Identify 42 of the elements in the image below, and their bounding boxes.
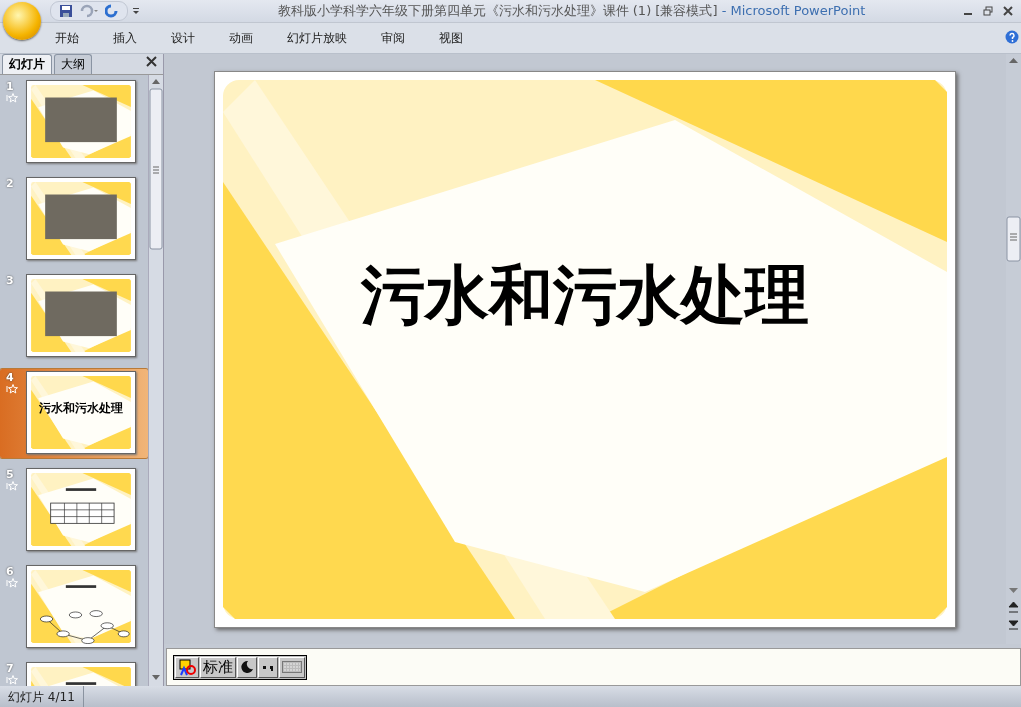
close-icon[interactable]	[1003, 6, 1013, 16]
help-icon[interactable]	[1005, 30, 1019, 44]
ribbon-tab[interactable]: 插入	[104, 25, 146, 51]
scrollbar[interactable]	[148, 75, 163, 686]
input-mode-button[interactable]: 标准	[200, 656, 236, 678]
ribbon-tab[interactable]: 审阅	[372, 25, 414, 51]
ime-switch-button[interactable]	[175, 656, 199, 678]
photo-placeholder	[45, 97, 117, 143]
ribbon-tab[interactable]: 开始	[46, 25, 88, 51]
keyboard-icon	[282, 660, 302, 674]
slide-number: 4	[6, 371, 14, 384]
ribbon-tab[interactable]: 动画	[220, 25, 262, 51]
table-drawing	[50, 488, 115, 524]
half-width-button[interactable]	[237, 656, 257, 678]
ribbon-tab[interactable]: 幻灯片放映	[278, 25, 356, 51]
redo-icon[interactable]	[105, 4, 119, 18]
heading-line	[65, 682, 97, 685]
ribbon-tab[interactable]: 视图	[430, 25, 472, 51]
slide-number: 6	[6, 565, 14, 578]
punctuation-button[interactable]	[258, 656, 278, 678]
moon-icon	[240, 660, 254, 674]
photo-placeholder	[45, 194, 117, 240]
soft-keyboard-button[interactable]	[279, 656, 305, 678]
close-icon[interactable]	[146, 56, 157, 67]
panel-tab[interactable]: 大纲	[54, 54, 92, 74]
ribbon-tab[interactable]: 设计	[162, 25, 204, 51]
ime-logo-icon	[178, 658, 196, 676]
slide-number: 5	[6, 468, 14, 481]
restore-icon[interactable]	[983, 6, 993, 16]
heading-line	[65, 585, 97, 588]
slide-number: 7	[6, 662, 14, 675]
customize-caret-icon[interactable]	[132, 7, 140, 15]
panel-tab[interactable]: 幻灯片	[2, 54, 52, 74]
window-title: 教科版小学科学六年级下册第四单元《污水和污水处理》课件 (1) [兼容模式] - Microsoft PowerPoint	[276, 2, 867, 20]
save-icon[interactable]	[59, 4, 73, 18]
slide-number: 1	[6, 80, 14, 93]
status-slide-info: 幻灯片 4/11	[0, 686, 84, 707]
slide-title: 污水和污水处理	[361, 257, 809, 332]
photo-placeholder	[45, 291, 117, 337]
notes-pane[interactable]: 标准	[166, 648, 1021, 686]
slide-number: 2	[6, 177, 14, 190]
slide-number: 3	[6, 274, 14, 287]
